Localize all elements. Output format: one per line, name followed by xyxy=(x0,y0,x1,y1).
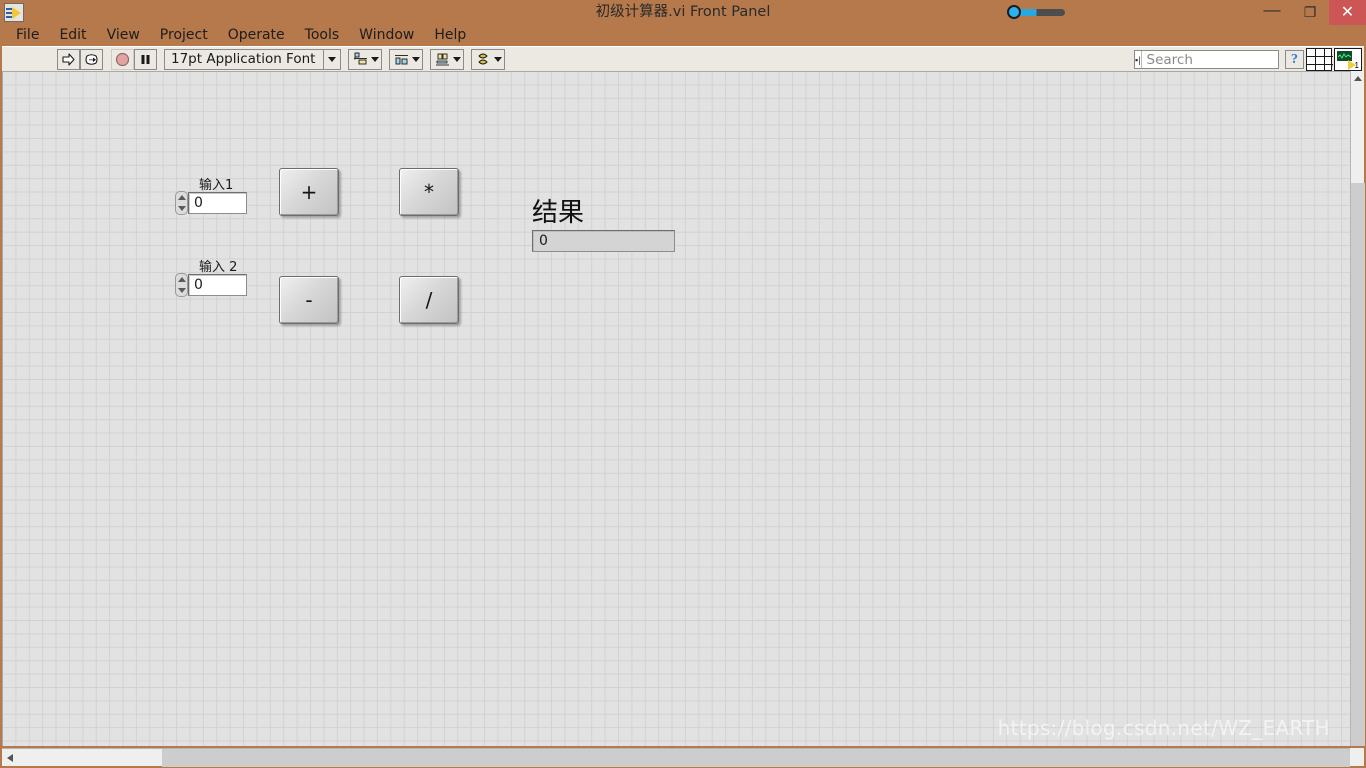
context-help-grid-icon[interactable] xyxy=(1306,48,1333,72)
spinner-up-icon xyxy=(178,277,186,282)
result-value: 0 xyxy=(539,233,548,249)
menu-item-window[interactable]: Window xyxy=(349,25,424,46)
resize-objects-dropdown[interactable] xyxy=(430,48,465,70)
pause-button[interactable] xyxy=(134,48,157,70)
vertical-scroll-thumb[interactable] xyxy=(1351,183,1365,746)
toolbar: 17pt Application Font ▪| Search ? 1 xyxy=(2,46,1364,72)
distribute-objects-dropdown[interactable] xyxy=(389,48,424,70)
window-title: 初级计算器.vi Front Panel xyxy=(595,4,771,20)
multiply-button-label: * xyxy=(424,180,434,204)
spinner-down-icon xyxy=(178,206,186,211)
subtract-button[interactable]: - xyxy=(279,276,339,324)
font-selector[interactable]: 17pt Application Font xyxy=(164,48,342,70)
chevron-down-icon[interactable] xyxy=(453,56,462,62)
abort-execution-icon xyxy=(115,52,130,66)
menu-item-edit[interactable]: Edit xyxy=(49,25,96,46)
result-label: 结果 xyxy=(532,198,585,228)
watermark-text: https://blog.csdn.net/WZ_EARTH xyxy=(997,716,1330,740)
menu-item-view[interactable]: View xyxy=(97,25,150,46)
input-1-spinner[interactable] xyxy=(175,191,188,215)
align-objects-dropdown[interactable] xyxy=(348,48,383,70)
chevron-down-icon[interactable] xyxy=(371,56,380,62)
input-1-label: 输入1 xyxy=(199,178,234,193)
horizontal-scroll-thumb[interactable] xyxy=(162,749,1350,767)
context-help-button[interactable]: ? xyxy=(1285,50,1304,69)
chevron-down-icon[interactable] xyxy=(412,56,421,62)
menu-item-project[interactable]: Project xyxy=(150,25,218,46)
input-2-value: 0 xyxy=(194,277,203,293)
result-indicator[interactable]: 0 xyxy=(532,230,675,252)
search-box[interactable]: ▪| xyxy=(1134,50,1333,69)
horizontal-scrollbar[interactable] xyxy=(2,748,1350,767)
menu-item-help[interactable]: Help xyxy=(424,25,476,46)
divide-button[interactable]: / xyxy=(399,276,459,324)
chevron-down-icon[interactable] xyxy=(324,50,340,69)
menu-item-tools[interactable]: Tools xyxy=(295,25,350,46)
resize-objects-icon xyxy=(436,53,450,65)
run-continuously-icon xyxy=(85,53,98,65)
slider-knob[interactable] xyxy=(1007,5,1021,19)
abort-execution-button[interactable] xyxy=(111,48,134,70)
subtract-button-label: - xyxy=(305,288,313,312)
divide-button-label: / xyxy=(425,288,433,312)
input-2-spinner[interactable] xyxy=(175,273,188,297)
vertical-scrollbar[interactable] xyxy=(1350,71,1365,746)
font-selector-value: 17pt Application Font xyxy=(171,51,316,67)
distribute-objects-icon xyxy=(395,54,409,64)
run-arrow-icon xyxy=(62,52,75,66)
add-button-label: + xyxy=(300,180,318,204)
spinner-down-icon xyxy=(178,288,186,293)
input-1-field[interactable]: 0 xyxy=(188,192,247,214)
spinner-up-icon xyxy=(178,195,186,200)
title-bar: 初级计算器.vi Front Panel — ❐ ✕ xyxy=(0,0,1366,25)
reorder-objects-dropdown[interactable] xyxy=(471,48,506,70)
add-button[interactable]: + xyxy=(279,168,339,216)
chevron-down-icon[interactable] xyxy=(494,56,503,62)
align-objects-icon xyxy=(354,52,368,64)
title-bar-slider[interactable] xyxy=(1005,2,1065,22)
input-2-label: 输入 2 xyxy=(199,260,238,275)
labview-front-panel-window: 初级计算器.vi Front Panel — ❐ ✕ File Edit Vie… xyxy=(0,0,1366,768)
run-continuously-button[interactable] xyxy=(80,48,103,70)
reorder-objects-icon xyxy=(478,53,489,64)
scroll-up-icon[interactable] xyxy=(1351,71,1365,86)
multiply-button[interactable]: * xyxy=(399,168,459,216)
menu-item-file[interactable]: File xyxy=(6,25,49,46)
scroll-left-icon[interactable] xyxy=(2,749,18,767)
pause-icon xyxy=(141,54,150,64)
input-1-value: 0 xyxy=(194,195,203,211)
restore-button[interactable]: ❐ xyxy=(1291,0,1329,25)
menu-item-operate[interactable]: Operate xyxy=(218,25,295,46)
input-2-field[interactable]: 0 xyxy=(188,274,247,296)
menu-bar: File Edit View Project Operate Tools Win… xyxy=(0,25,1366,46)
run-button[interactable] xyxy=(57,48,80,70)
minimize-button[interactable]: — xyxy=(1253,0,1291,25)
vi-icon-number: 1 xyxy=(1354,61,1359,70)
close-button[interactable]: ✕ xyxy=(1329,0,1366,25)
scrollbar-corner xyxy=(1350,748,1364,766)
front-panel-canvas[interactable]: 输入1 0 输入 2 0 + * - / 结果 0 https://blog.c… xyxy=(2,71,1350,746)
vi-connector-icon[interactable]: 1 xyxy=(1334,48,1362,71)
